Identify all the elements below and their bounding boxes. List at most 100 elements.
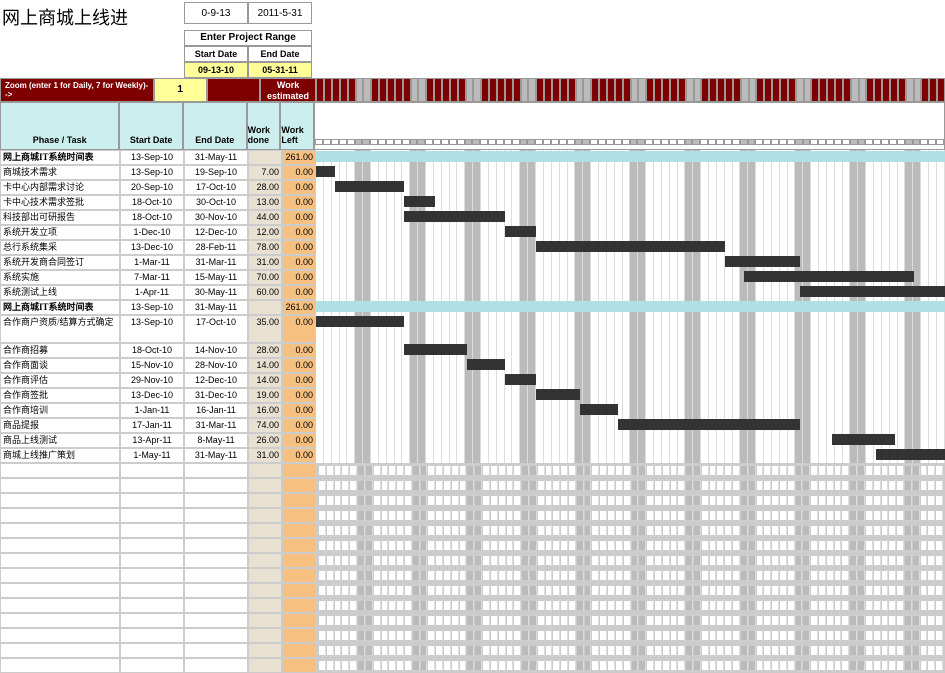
task-name-cell[interactable]: 总行系统集采 <box>0 240 120 255</box>
task-workdone-cell[interactable]: 31.00 <box>248 448 282 463</box>
task-workdone-cell[interactable]: 70.00 <box>248 270 282 285</box>
task-workdone-cell[interactable]: 19.00 <box>248 388 282 403</box>
task-workleft-cell[interactable]: 0.00 <box>282 448 316 463</box>
task-workdone-cell[interactable]: 26.00 <box>248 433 282 448</box>
task-end-cell[interactable]: 31-Mar-11 <box>184 418 248 433</box>
task-workleft-cell[interactable]: 0.00 <box>282 285 316 300</box>
task-start-cell[interactable]: 18-Oct-10 <box>120 343 184 358</box>
task-name-cell[interactable]: 商城技术需求 <box>0 165 120 180</box>
task-start-cell[interactable]: 7-Mar-11 <box>120 270 184 285</box>
task-start-cell[interactable]: 13-Sep-10 <box>120 315 184 343</box>
empty-wd-cell[interactable] <box>248 493 282 508</box>
task-start-cell[interactable]: 1-May-11 <box>120 448 184 463</box>
empty-sd-cell[interactable] <box>120 583 184 598</box>
empty-ed-cell[interactable] <box>184 628 248 643</box>
empty-phase-cell[interactable] <box>0 583 120 598</box>
empty-sd-cell[interactable] <box>120 568 184 583</box>
empty-phase-cell[interactable] <box>0 478 120 493</box>
empty-phase-cell[interactable] <box>0 658 120 673</box>
task-workleft-cell[interactable]: 0.00 <box>282 358 316 373</box>
empty-sd-cell[interactable] <box>120 613 184 628</box>
empty-phase-cell[interactable] <box>0 553 120 568</box>
empty-phase-cell[interactable] <box>0 568 120 583</box>
task-end-cell[interactable]: 30-Nov-10 <box>184 210 248 225</box>
empty-wd-cell[interactable] <box>248 508 282 523</box>
task-workdone-cell[interactable]: 28.00 <box>248 180 282 195</box>
empty-wd-cell[interactable] <box>248 538 282 553</box>
task-start-cell[interactable]: 1-Dec-10 <box>120 225 184 240</box>
task-workdone-cell[interactable]: 12.00 <box>248 225 282 240</box>
empty-ed-cell[interactable] <box>184 643 248 658</box>
empty-ed-cell[interactable] <box>184 658 248 673</box>
empty-wl-cell[interactable] <box>282 598 316 613</box>
task-workleft-cell[interactable]: 0.00 <box>282 388 316 403</box>
task-start-cell[interactable]: 18-Oct-10 <box>120 195 184 210</box>
empty-sd-cell[interactable] <box>120 538 184 553</box>
task-end-cell[interactable]: 30-May-11 <box>184 285 248 300</box>
task-end-cell[interactable]: 31-Dec-10 <box>184 388 248 403</box>
task-workleft-cell[interactable]: 0.00 <box>282 165 316 180</box>
task-workdone-cell[interactable]: 28.00 <box>248 343 282 358</box>
task-end-cell[interactable]: 19-Sep-10 <box>184 165 248 180</box>
task-workleft-cell[interactable]: 0.00 <box>282 195 316 210</box>
task-start-cell[interactable]: 29-Nov-10 <box>120 373 184 388</box>
task-workleft-cell[interactable]: 0.00 <box>282 255 316 270</box>
task-name-cell[interactable]: 网上商城IT系统时间表 <box>0 300 120 315</box>
task-start-cell[interactable]: 13-Dec-10 <box>120 240 184 255</box>
range-start-input[interactable]: 09-13-10 <box>184 62 248 78</box>
task-workdone-cell[interactable]: 14.00 <box>248 358 282 373</box>
task-workleft-cell[interactable]: 0.00 <box>282 403 316 418</box>
zoom-input[interactable]: 1 <box>154 78 207 102</box>
task-name-cell[interactable]: 网上商城IT系统时间表 <box>0 150 120 165</box>
empty-wl-cell[interactable] <box>282 583 316 598</box>
task-name-cell[interactable]: 卡中心内部需求讨论 <box>0 180 120 195</box>
task-end-cell[interactable]: 31-Mar-11 <box>184 255 248 270</box>
task-workleft-cell[interactable]: 0.00 <box>282 270 316 285</box>
task-workleft-cell[interactable]: 0.00 <box>282 418 316 433</box>
empty-sd-cell[interactable] <box>120 478 184 493</box>
task-end-cell[interactable]: 15-May-11 <box>184 270 248 285</box>
task-name-cell[interactable]: 商城上线推广策划 <box>0 448 120 463</box>
empty-wd-cell[interactable] <box>248 463 282 478</box>
empty-wl-cell[interactable] <box>282 553 316 568</box>
empty-wl-cell[interactable] <box>282 463 316 478</box>
empty-ed-cell[interactable] <box>184 523 248 538</box>
task-end-cell[interactable]: 31-May-11 <box>184 300 248 315</box>
empty-phase-cell[interactable] <box>0 523 120 538</box>
task-end-cell[interactable]: 17-Oct-10 <box>184 180 248 195</box>
task-name-cell[interactable]: 系统测试上线 <box>0 285 120 300</box>
empty-wl-cell[interactable] <box>282 643 316 658</box>
task-workdone-cell[interactable]: 44.00 <box>248 210 282 225</box>
task-end-cell[interactable]: 16-Jan-11 <box>184 403 248 418</box>
task-workdone-cell[interactable]: 13.00 <box>248 195 282 210</box>
task-workleft-cell[interactable]: 261.00 <box>282 150 316 165</box>
task-workleft-cell[interactable]: 0.00 <box>282 343 316 358</box>
empty-sd-cell[interactable] <box>120 463 184 478</box>
empty-sd-cell[interactable] <box>120 508 184 523</box>
empty-wd-cell[interactable] <box>248 643 282 658</box>
task-name-cell[interactable]: 系统开发立项 <box>0 225 120 240</box>
task-end-cell[interactable]: 8-May-11 <box>184 433 248 448</box>
empty-wl-cell[interactable] <box>282 523 316 538</box>
task-name-cell[interactable]: 合作商评估 <box>0 373 120 388</box>
empty-wd-cell[interactable] <box>248 598 282 613</box>
task-end-cell[interactable]: 12-Dec-10 <box>184 225 248 240</box>
empty-wd-cell[interactable] <box>248 568 282 583</box>
task-start-cell[interactable]: 13-Dec-10 <box>120 388 184 403</box>
task-workleft-cell[interactable]: 0.00 <box>282 240 316 255</box>
task-end-cell[interactable]: 14-Nov-10 <box>184 343 248 358</box>
task-name-cell[interactable]: 科技部出可研报告 <box>0 210 120 225</box>
task-end-cell[interactable]: 17-Oct-10 <box>184 315 248 343</box>
empty-ed-cell[interactable] <box>184 478 248 493</box>
empty-wd-cell[interactable] <box>248 628 282 643</box>
task-workleft-cell[interactable]: 0.00 <box>282 210 316 225</box>
task-start-cell[interactable]: 1-Apr-11 <box>120 285 184 300</box>
empty-sd-cell[interactable] <box>120 553 184 568</box>
empty-sd-cell[interactable] <box>120 658 184 673</box>
empty-phase-cell[interactable] <box>0 538 120 553</box>
task-workdone-cell[interactable]: 14.00 <box>248 373 282 388</box>
task-start-cell[interactable]: 15-Nov-10 <box>120 358 184 373</box>
empty-wd-cell[interactable] <box>248 658 282 673</box>
range-end-input[interactable]: 05-31-11 <box>248 62 312 78</box>
task-name-cell[interactable]: 系统开发商合同签订 <box>0 255 120 270</box>
